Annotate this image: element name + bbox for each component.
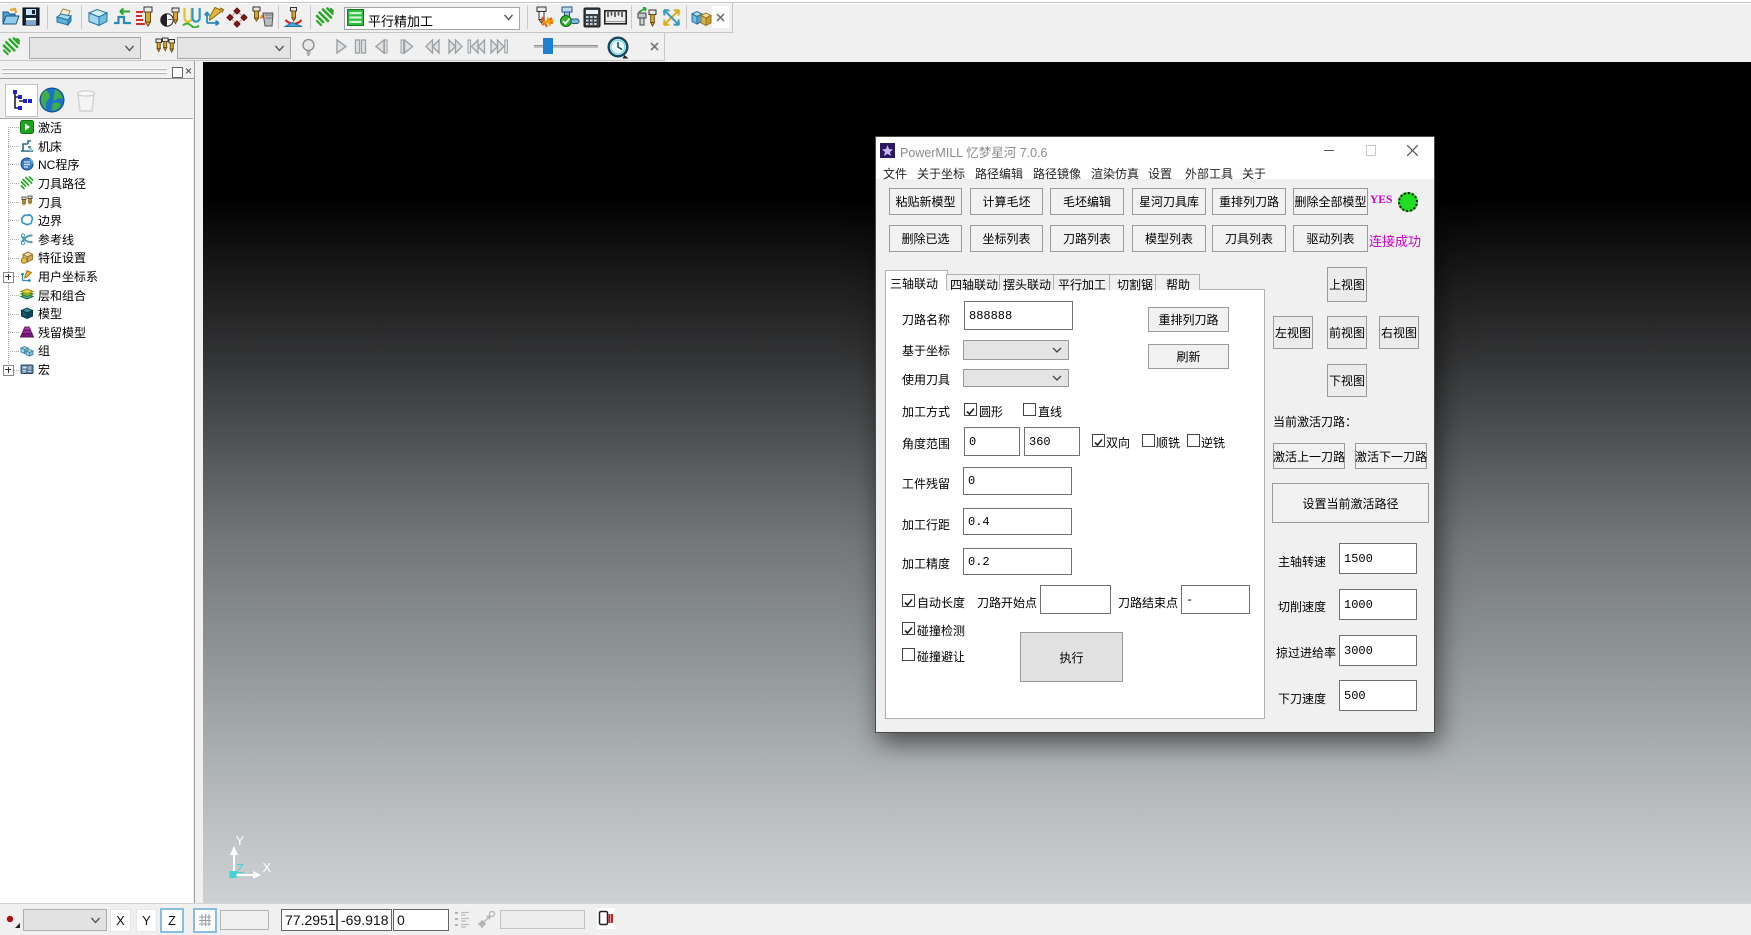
svg-text:Y: Y (236, 833, 245, 848)
svg-text:X: X (263, 860, 272, 875)
svg-text:Z: Z (236, 861, 244, 876)
